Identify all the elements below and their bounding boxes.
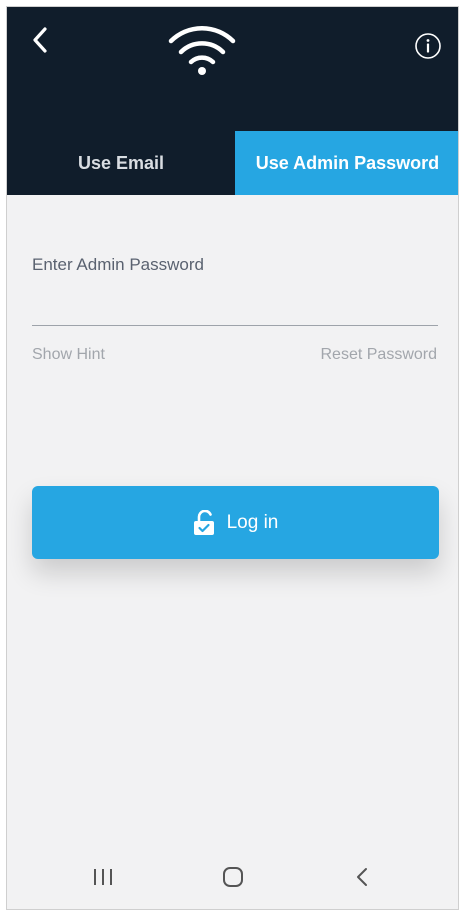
app-header: Use Email Use Admin Password (7, 7, 458, 195)
back-button[interactable] (25, 21, 55, 59)
nav-back-button[interactable] (344, 861, 380, 893)
info-icon (415, 33, 441, 59)
admin-password-input[interactable] (32, 279, 438, 325)
home-button[interactable] (215, 861, 251, 893)
tab-use-email[interactable]: Use Email (7, 131, 235, 195)
input-underline (32, 325, 438, 326)
wifi-icon (168, 26, 236, 75)
recents-icon (94, 869, 112, 885)
home-icon (223, 867, 243, 887)
login-method-tabs: Use Email Use Admin Password (7, 131, 458, 195)
system-navigation-bar (7, 849, 458, 909)
reset-password-link[interactable]: Reset Password (321, 346, 438, 364)
login-button[interactable]: Log in (32, 486, 439, 559)
info-button[interactable] (414, 32, 442, 60)
tab-use-admin-password[interactable]: Use Admin Password (235, 131, 458, 195)
login-button-label: Log in (226, 511, 279, 533)
tab-label: Use Email (77, 152, 165, 173)
unlock-icon (193, 509, 214, 535)
password-field-label: Enter Admin Password (32, 255, 204, 274)
show-hint-link[interactable]: Show Hint (32, 346, 105, 364)
recents-button[interactable] (85, 861, 121, 893)
tab-label: Use Admin Password (255, 152, 440, 173)
chevron-left-icon (33, 27, 47, 53)
app-screen: Use Email Use Admin Password Enter Admin… (6, 6, 459, 910)
back-icon (357, 868, 367, 886)
